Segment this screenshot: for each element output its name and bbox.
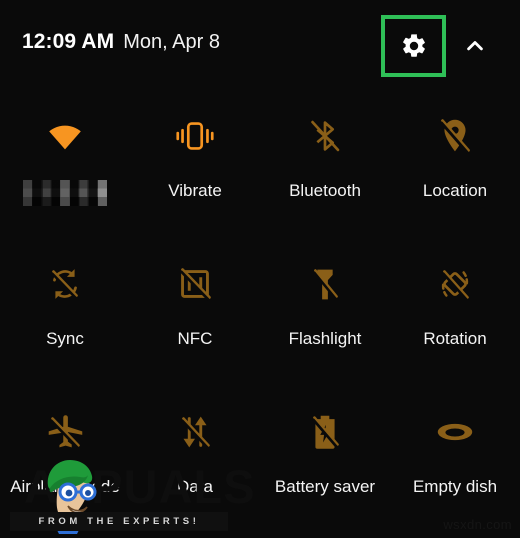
- tile-label: Airplane mode: [10, 477, 120, 496]
- quick-settings-tile-grid: Vibrate Bluetooth Location Sync NFC Flas…: [0, 95, 520, 538]
- tile-vibrate[interactable]: Vibrate: [130, 95, 260, 243]
- clock-and-date: 12:09 AM Mon, Apr 8: [22, 30, 220, 54]
- tile-label: Sync: [46, 329, 84, 348]
- clock-date: Mon, Apr 8: [123, 31, 220, 53]
- quick-settings-panel: 12:09 AM Mon, Apr 8 Vibrate Bluetooth Lo…: [0, 0, 520, 538]
- settings-button-highlight[interactable]: [381, 15, 446, 77]
- status-header: 12:09 AM Mon, Apr 8: [0, 0, 520, 90]
- tile-nfc[interactable]: NFC: [130, 243, 260, 391]
- tile-label: Battery saver: [274, 477, 376, 496]
- nfc-off-icon[interactable]: [172, 261, 218, 307]
- tile-location[interactable]: Location: [390, 95, 520, 243]
- location-off-icon[interactable]: [432, 113, 478, 159]
- vibrate-icon[interactable]: [172, 113, 218, 159]
- airplane-off-icon[interactable]: [42, 409, 88, 455]
- tile-sync[interactable]: Sync: [0, 243, 130, 391]
- tile-flashlight[interactable]: Flashlight: [260, 243, 390, 391]
- sync-off-icon[interactable]: [42, 261, 88, 307]
- tile-label: Bluetooth: [289, 181, 361, 200]
- bluetooth-off-icon[interactable]: [302, 113, 348, 159]
- tile-label: Rotation: [423, 329, 487, 348]
- tile-label: Data: [177, 477, 213, 496]
- tile-wifi[interactable]: [0, 95, 130, 243]
- tile-data[interactable]: Data: [130, 391, 260, 538]
- battery-saver-off-icon[interactable]: [302, 409, 348, 455]
- flashlight-off-icon[interactable]: [302, 261, 348, 307]
- dish-icon[interactable]: [432, 409, 478, 455]
- tile-rotation[interactable]: Rotation: [390, 243, 520, 391]
- tile-label: NFC: [177, 329, 213, 348]
- wifi-icon[interactable]: [42, 113, 88, 159]
- rotation-off-icon[interactable]: [432, 261, 478, 307]
- chevron-up-icon[interactable]: [461, 32, 489, 60]
- tile-battery-saver[interactable]: Battery saver: [260, 391, 390, 538]
- tile-airplane-mode[interactable]: Airplane mode: [0, 391, 130, 538]
- data-off-icon[interactable]: [172, 409, 218, 455]
- tile-bluetooth[interactable]: Bluetooth: [260, 95, 390, 243]
- tile-label-redacted: [23, 180, 107, 206]
- gear-icon[interactable]: [400, 32, 428, 60]
- tile-label: Empty dish: [412, 477, 498, 496]
- tile-label: Location: [422, 181, 488, 200]
- tile-label: Vibrate: [168, 181, 222, 200]
- tile-empty-dish[interactable]: Empty dish: [390, 391, 520, 538]
- tile-label: Flashlight: [288, 329, 362, 348]
- clock-time: 12:09 AM: [22, 30, 115, 53]
